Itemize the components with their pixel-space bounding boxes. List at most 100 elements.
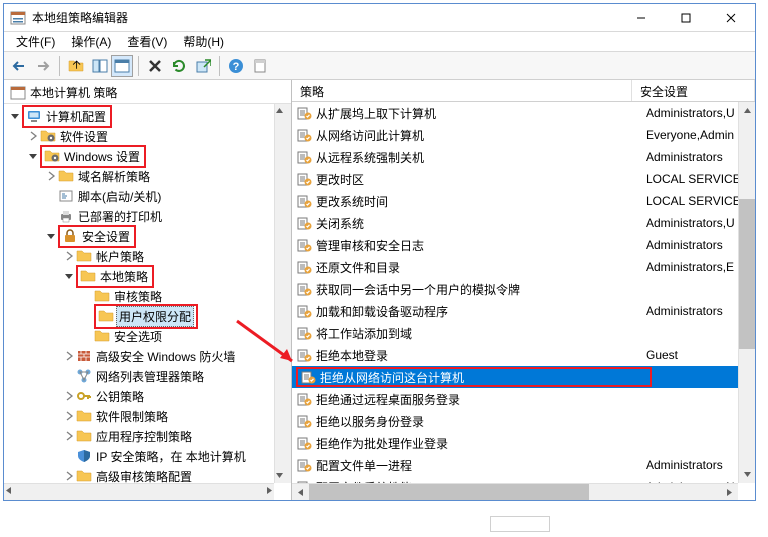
scroll-left-arrow-icon[interactable] [4,484,13,500]
tree-item-ip-security[interactable]: IP 安全策略，在 本地计算机 [4,446,291,466]
tree: 计算机配置软件设置Windows 设置域名解析策略脚本(启动/关机)已部署的打印… [4,104,291,500]
policy-name: 加载和卸载设备驱动程序 [316,303,642,320]
policy-name: 拒绝本地登录 [316,347,642,364]
chevron-right-icon[interactable] [62,411,76,421]
chevron-down-icon[interactable] [62,271,76,281]
chevron-down-icon[interactable] [26,151,40,161]
tree-item-dns-policy[interactable]: 域名解析策略 [4,166,291,186]
chevron-right-icon[interactable] [62,351,76,361]
list-row[interactable]: 拒绝本地登录Guest [292,344,755,366]
view-toggle-b[interactable] [111,55,133,77]
list-vertical-scrollbar[interactable] [738,102,755,483]
tree-item-software-restrict[interactable]: 软件限制策略 [4,406,291,426]
list-row[interactable]: 从扩展坞上取下计算机Administrators,U [292,102,755,124]
tree-item-pubkey-policy[interactable]: 公钥策略 [4,386,291,406]
folder-icon [98,308,114,324]
scroll-right-arrow-icon[interactable] [265,484,274,500]
chevron-right-icon[interactable] [62,251,76,261]
scroll-down-arrow-icon[interactable] [739,466,755,483]
menu-help[interactable]: 帮助(H) [175,31,232,52]
scroll-thumb[interactable] [13,484,223,500]
export-button[interactable] [192,55,214,77]
policy-name: 拒绝作为批处理作业登录 [316,435,642,452]
list-row[interactable]: 还原文件和目录Administrators,E [292,256,755,278]
minimize-button[interactable] [618,7,663,29]
list-row[interactable]: 拒绝以服务身份登录 [292,410,755,432]
tree-root[interactable]: 本地计算机 策略 [4,82,291,104]
list-row[interactable]: 从网络访问此计算机Everyone,Admin [292,124,755,146]
tree-item-local-policy[interactable]: 本地策略 [4,266,291,286]
policy-item-icon [296,105,312,121]
refresh-button[interactable] [168,55,190,77]
tree-root-label: 本地计算机 策略 [30,84,117,101]
tree-item-user-rights[interactable]: 用户权限分配 [4,306,291,326]
tree-item-software-settings[interactable]: 软件设置 [4,126,291,146]
up-level-button[interactable] [65,55,87,77]
policy-name: 将工作站添加到域 [316,325,642,342]
chevron-right-icon[interactable] [62,471,76,481]
list-row[interactable]: 拒绝从网络访问这台计算机 [292,366,755,388]
scroll-up-arrow-icon[interactable] [739,102,755,119]
folder-icon [58,168,74,184]
list-row[interactable]: 将工作站添加到域 [292,322,755,344]
tree-horizontal-scrollbar[interactable] [4,483,274,500]
tree-label: 帐户策略 [94,247,146,266]
chevron-down-icon[interactable] [44,231,58,241]
scroll-down-arrow-icon[interactable] [275,469,291,483]
tree-item-network-list-mgr[interactable]: 网络列表管理器策略 [4,366,291,386]
list-row[interactable]: 配置文件单一进程Administrators [292,454,755,476]
list-row[interactable]: 从远程系统强制关机Administrators [292,146,755,168]
scroll-thumb[interactable] [275,118,291,408]
tree-item-scripts[interactable]: 脚本(启动/关机) [4,186,291,206]
chevron-right-icon[interactable] [26,131,40,141]
nav-forward-button[interactable] [32,55,54,77]
list-row[interactable]: 更改系统时间LOCAL SERVICE, [292,190,755,212]
tree-item-adv-firewall[interactable]: 高级安全 Windows 防火墙 [4,346,291,366]
column-header-policy[interactable]: 策略 [292,80,632,101]
delete-button[interactable] [144,55,166,77]
list-row[interactable]: 加载和卸载设备驱动程序Administrators [292,300,755,322]
list-row[interactable]: 获取同一会话中另一个用户的模拟令牌 [292,278,755,300]
chevron-right-icon[interactable] [62,391,76,401]
properties-button[interactable] [249,55,271,77]
list-row[interactable]: 更改时区LOCAL SERVICE, [292,168,755,190]
tree-pane: 本地计算机 策略 计算机配置软件设置Windows 设置域名解析策略脚本(启动/… [4,80,292,500]
tree-label: IP 安全策略，在 本地计算机 [94,447,248,466]
scroll-thumb[interactable] [309,484,589,500]
chevron-right-icon[interactable] [44,171,58,181]
list-horizontal-scrollbar[interactable] [292,483,738,500]
titlebar[interactable]: 本地组策略编辑器 [4,4,755,32]
tree-item-computer-config[interactable]: 计算机配置 [4,106,291,126]
scroll-up-arrow-icon[interactable] [275,104,291,118]
computer-icon [26,108,42,124]
list-row[interactable]: 拒绝通过远程桌面服务登录 [292,388,755,410]
tree-item-account-policy[interactable]: 帐户策略 [4,246,291,266]
chevron-right-icon[interactable] [62,431,76,441]
tree-item-security-settings[interactable]: 安全设置 [4,226,291,246]
tree-item-security-options[interactable]: 安全选项 [4,326,291,346]
tree-item-windows-settings[interactable]: Windows 设置 [4,146,291,166]
list-row[interactable]: 关闭系统Administrators,U [292,212,755,234]
help-button[interactable] [225,55,247,77]
column-header-setting[interactable]: 安全设置 [632,80,755,101]
view-toggle-a[interactable] [89,55,111,77]
list-row[interactable]: 拒绝作为批处理作业登录 [292,432,755,454]
menu-action[interactable]: 操作(A) [63,31,119,52]
maximize-button[interactable] [663,7,708,29]
nav-back-button[interactable] [8,55,30,77]
tree-label: 软件设置 [58,127,110,146]
scroll-left-arrow-icon[interactable] [292,484,309,500]
tree-item-deployed-printers[interactable]: 已部署的打印机 [4,206,291,226]
chevron-down-icon[interactable] [8,111,22,121]
menu-file[interactable]: 文件(F) [8,31,63,52]
tree-vertical-scrollbar[interactable] [274,104,291,483]
taskbar-item[interactable] [490,516,550,532]
menu-view[interactable]: 查看(V) [119,31,175,52]
close-button[interactable] [708,7,753,29]
app-icon [10,10,26,26]
scroll-right-arrow-icon[interactable] [721,484,738,500]
tree-item-app-control[interactable]: 应用程序控制策略 [4,426,291,446]
list-row[interactable]: 管理审核和安全日志Administrators [292,234,755,256]
key-icon [76,388,92,404]
scroll-thumb[interactable] [739,199,755,349]
